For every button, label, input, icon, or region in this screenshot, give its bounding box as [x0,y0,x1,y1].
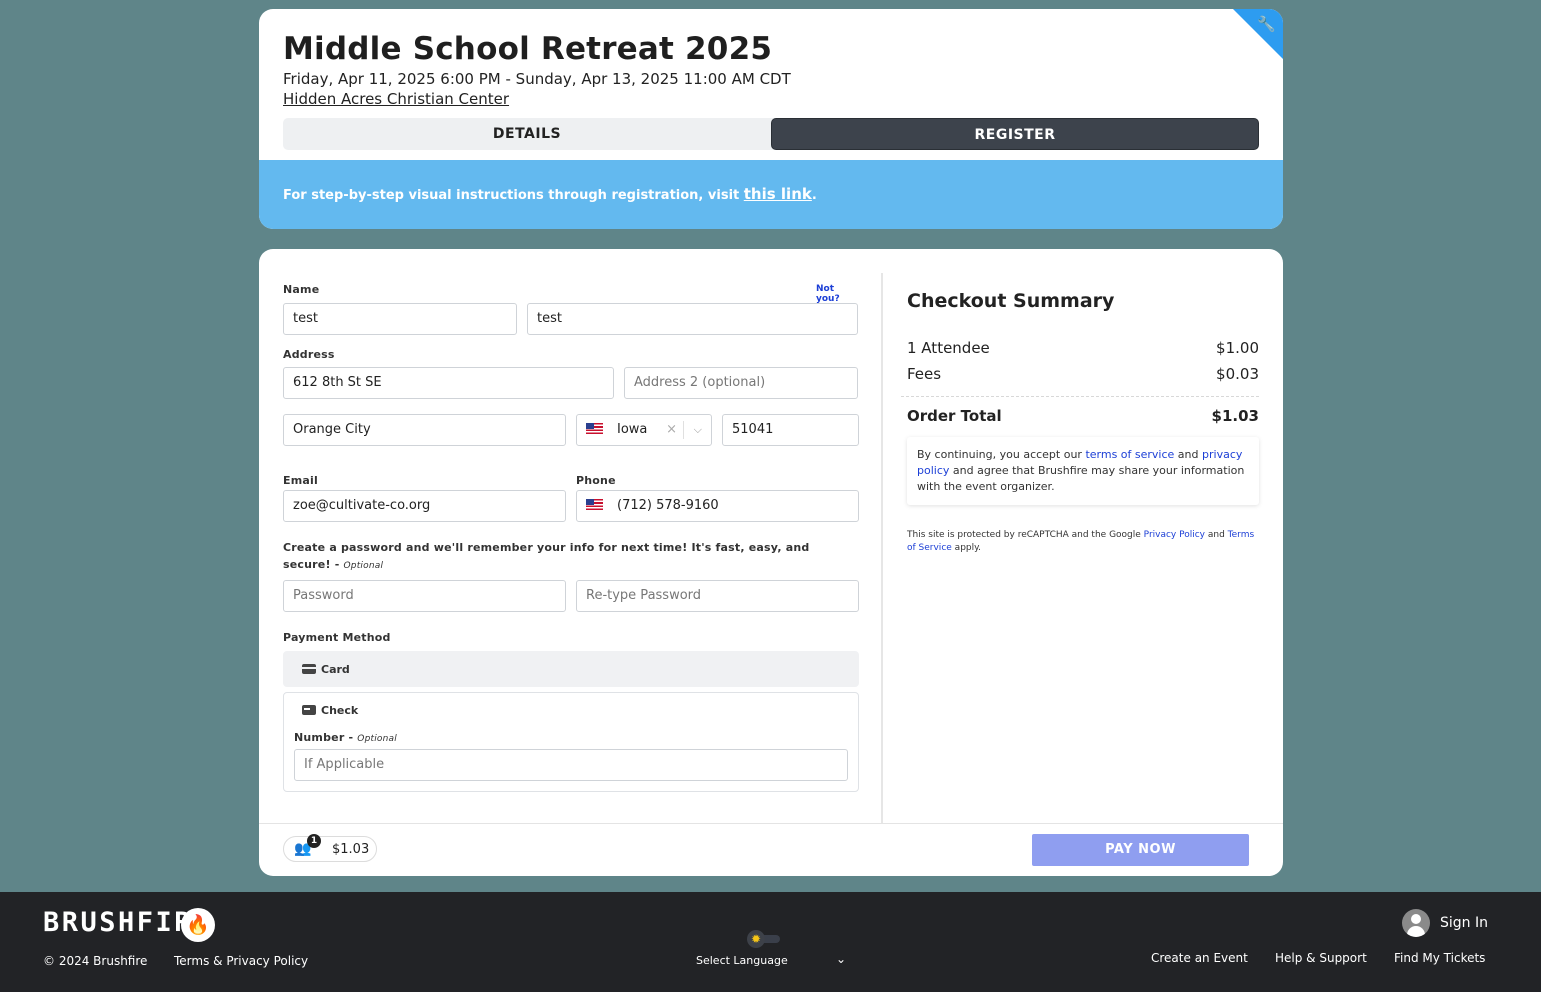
event-title: Middle School Retreat 2025 [283,31,773,67]
summary-title: Checkout Summary [907,290,1115,312]
name-label: Name [283,283,320,296]
not-you-link[interactable]: Not you? [816,284,859,304]
us-flag-icon [586,499,603,510]
order-total-amount: $1.03 [1211,407,1259,425]
banner-text: For step-by-step visual instructions thr… [283,188,744,203]
recaptcha-notice: This site is protected by reCAPTCHA and … [907,529,1259,555]
instructions-banner: For step-by-step visual instructions thr… [259,160,1283,229]
recaptcha-text: apply. [951,543,982,553]
avatar-icon [1402,909,1430,937]
registration-form: Name Not you? test test Address 612 8th … [283,249,859,823]
sun-icon: ✹ [747,930,765,948]
address1-input[interactable]: 612 8th St SE [283,367,614,399]
card-label: Card [321,663,350,676]
registration-card: Name Not you? test test Address 612 8th … [259,249,1283,876]
last-name-input[interactable]: test [527,303,858,335]
phone-value: (712) 578-9160 [617,498,719,513]
recaptcha-text: and [1205,530,1228,540]
address2-input[interactable]: Address 2 (optional) [624,367,858,399]
tab-register[interactable]: REGISTER [771,118,1259,150]
banner-end: . [811,188,817,203]
email-label: Email [283,474,318,487]
fees-row: Fees $0.03 [907,365,1259,383]
check-option-label: Check [302,704,358,717]
wrench-icon[interactable]: 🔧 [1257,15,1276,33]
check-number-input[interactable]: If Applicable [294,749,848,781]
find-tickets-link[interactable]: Find My Tickets [1394,951,1485,965]
cart-count-badge: 1 [307,834,321,848]
copyright: © 2024 Brushfire [43,954,148,968]
recaptcha-text: This site is protected by reCAPTCHA and … [907,530,1144,540]
cart-total: $1.03 [332,842,370,857]
instructions-link[interactable]: this link [744,185,812,203]
event-date: Friday, Apr 11, 2025 6:00 PM - Sunday, A… [283,70,791,88]
number-optional: Optional [357,734,397,744]
phone-input[interactable]: (712) 578-9160 [576,490,859,522]
city-input[interactable]: Orange City [283,414,566,446]
card-option-label: Card [302,663,350,676]
select-separator [683,421,684,439]
checkout-summary: Checkout Summary 1 Attendee $1.00 Fees $… [901,249,1259,823]
theme-toggle[interactable]: ✹ [746,930,782,948]
chevron-down-icon: ⌄ [835,952,846,966]
fees-amount: $0.03 [1216,365,1259,383]
first-name-input[interactable]: test [283,303,517,335]
summary-divider [901,396,1259,397]
attendee-amount: $1.00 [1216,339,1259,357]
google-privacy-link[interactable]: Privacy Policy [1144,530,1205,540]
attendee-row: 1 Attendee $1.00 [907,339,1259,357]
payment-method-label: Payment Method [283,631,391,644]
select-language-label: Select Language [696,954,788,967]
credit-card-icon [302,664,316,674]
attendee-label: 1 Attendee [907,339,990,357]
state-value: Iowa [617,422,648,437]
order-total-label: Order Total [907,407,1002,425]
order-total-row: Order Total $1.03 [907,407,1259,425]
state-select[interactable]: Iowa × ⌵ [576,414,712,446]
terms-privacy-link[interactable]: Terms & Privacy Policy [174,954,308,968]
address-label: Address [283,348,335,361]
fees-label: Fees [907,365,942,383]
site-footer: BRUSHFIRE 🔥 © 2024 Brushfire Terms & Pri… [0,892,1541,992]
number-label: Number [294,731,345,744]
email-input[interactable]: zoe@cultivate-co.org [283,490,566,522]
terms-text: and agree that Brushfire may share your … [917,464,1245,493]
chevron-down-icon[interactable]: ⌵ [694,415,702,445]
password-prompt: Create a password and we'll remember you… [283,541,810,571]
clear-icon[interactable]: × [666,415,677,445]
language-select[interactable]: Select Language ⌄ [696,952,846,967]
password-optional: Optional [343,561,384,571]
sign-in-label: Sign In [1440,915,1488,931]
check-icon [302,705,316,715]
checkout-bar: 👥 1 $1.03 PAY NOW [259,823,1283,876]
tab-details[interactable]: DETAILS [283,118,771,150]
event-venue-link[interactable]: Hidden Acres Christian Center [283,90,509,108]
create-event-link[interactable]: Create an Event [1151,951,1248,965]
retype-password-input[interactable]: Re-type Password [576,580,859,612]
zip-input[interactable]: 51041 [722,414,859,446]
terms-text: By continuing, you accept our [917,448,1086,461]
check-number-label: Number - Optional [294,731,397,744]
terms-text: and [1174,448,1203,461]
event-header-card: 🔧 Middle School Retreat 2025 Friday, Apr… [259,9,1283,229]
flame-logo-icon[interactable]: 🔥 [181,908,215,942]
column-divider [881,273,883,823]
payment-option-card[interactable]: Card [283,651,859,687]
event-tabs: DETAILS REGISTER [283,118,1259,150]
us-flag-icon [586,423,603,434]
payment-option-check[interactable]: Check Number - Optional If Applicable [283,692,859,792]
pay-now-button[interactable]: PAY NOW [1032,834,1249,866]
cart-summary-pill[interactable]: 👥 1 $1.03 [283,834,377,862]
password-input[interactable]: Password [283,580,566,612]
phone-label: Phone [576,474,616,487]
terms-notice: By continuing, you accept our terms of s… [907,437,1259,505]
check-label: Check [321,704,359,717]
help-support-link[interactable]: Help & Support [1275,951,1367,965]
terms-of-service-link[interactable]: terms of service [1085,448,1174,461]
